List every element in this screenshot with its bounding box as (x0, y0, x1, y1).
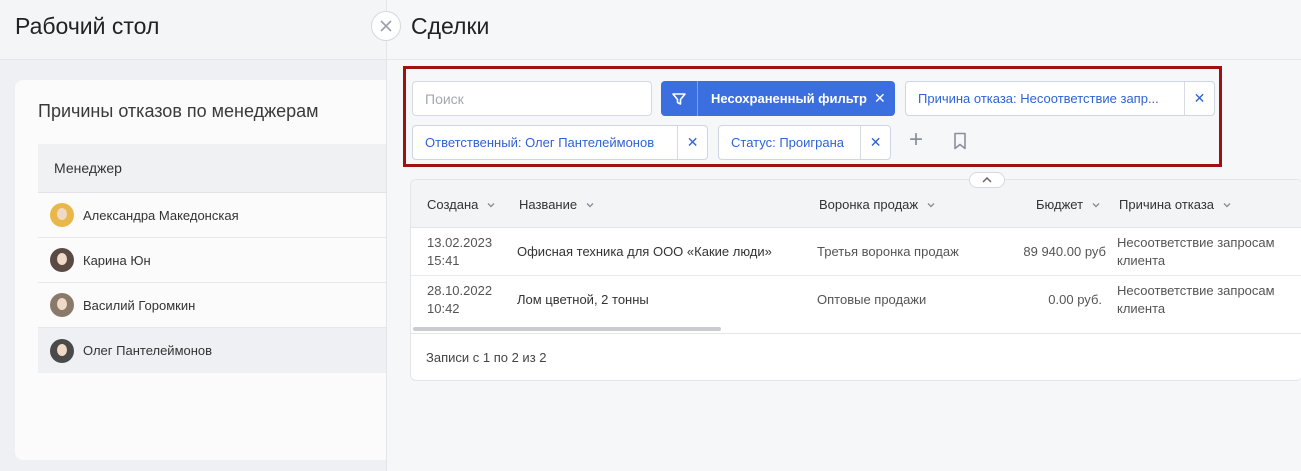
chevron-up-icon (982, 177, 992, 183)
manager-column-header: Менеджер (38, 144, 386, 193)
bookmark-icon[interactable] (953, 132, 973, 154)
filter-bar: Несохраненный фильтр ✕ Причина отказа: Н… (403, 66, 1222, 167)
search-input[interactable] (413, 82, 651, 115)
table-row[interactable]: 28.10.2022 10:42 Лом цветной, 2 тонны Оп… (411, 276, 1301, 324)
chevron-down-icon (1092, 202, 1100, 207)
cell-deal-name[interactable]: Лом цветной, 2 тонны (517, 291, 649, 309)
desktop-header: Рабочий стол (0, 0, 386, 60)
cell-created-date: 13.02.2023 (427, 235, 493, 250)
chevron-down-icon (586, 202, 594, 207)
cell-created-time: 10:42 (427, 301, 460, 316)
remove-chip-icon[interactable]: ✕ (677, 126, 707, 159)
column-budget[interactable]: Бюджет (1036, 197, 1101, 212)
manager-name: Олег Пантелеймонов (83, 343, 213, 358)
filter-chip-label: Причина отказа: Несоответствие запр... (918, 91, 1159, 106)
column-created[interactable]: Создана (427, 197, 496, 212)
widget-title: Причины отказов по менеджерам (38, 101, 319, 121)
cell-created-date: 28.10.2022 (427, 283, 493, 298)
cell-deal-name[interactable]: Офисная техника для ООО «Какие люди» (517, 243, 772, 261)
cell-funnel: Третья воронка продаж (817, 244, 959, 259)
page-title: Сделки (411, 13, 490, 39)
cell-budget: 0.00 руб. (1048, 292, 1102, 307)
manager-name: Карина Юн (83, 252, 151, 268)
chevron-down-icon (487, 202, 495, 207)
table-header: Создана Название Воронка продаж Бюджет П… (411, 180, 1301, 228)
clear-filter-icon[interactable]: ✕ (874, 90, 886, 107)
divider (411, 333, 1301, 334)
unsaved-filter-label: Несохраненный фильтр (711, 91, 867, 106)
column-label: Воронка продаж (819, 197, 919, 212)
column-name[interactable]: Название (519, 197, 595, 212)
manager-column-label: Менеджер (54, 160, 122, 176)
column-label: Название (519, 197, 578, 212)
cell-reason-line1: Несоответствие запросам (1117, 235, 1275, 250)
remove-chip-icon[interactable]: ✕ (1184, 82, 1214, 115)
avatar (50, 293, 74, 317)
column-label: Создана (427, 197, 479, 212)
filter-chip-status[interactable]: Статус: Проиграна ✕ (718, 125, 891, 160)
chevron-down-icon (927, 202, 935, 207)
column-funnel[interactable]: Воронка продаж (819, 197, 936, 212)
filter-chip-label: Ответственный: Олег Пантелеймонов (425, 135, 655, 150)
cell-created-time: 15:41 (427, 253, 460, 268)
manager-name: Александра Македонская (83, 207, 239, 223)
avatar (50, 338, 74, 363)
collapse-filters-button[interactable] (969, 172, 1005, 188)
manager-row[interactable]: Карина Юн (38, 238, 386, 283)
table-row[interactable]: 13.02.2023 15:41 Офисная техника для ООО… (411, 228, 1301, 276)
column-label: Причина отказа (1119, 197, 1215, 212)
manager-row[interactable]: Александра Македонская (38, 193, 386, 238)
column-reason[interactable]: Причина отказа (1119, 197, 1232, 212)
manager-row[interactable]: Василий Горомкин (38, 283, 386, 328)
filter-icon (661, 81, 698, 116)
cell-reason-line2: клиента (1117, 253, 1166, 268)
pagination-info: Записи с 1 по 2 из 2 (426, 350, 547, 365)
manager-name: Василий Горомкин (83, 297, 196, 313)
close-panel-button[interactable] (371, 11, 401, 41)
divider (387, 59, 1301, 60)
desktop-title: Рабочий стол (15, 13, 160, 39)
column-label: Бюджет (1036, 197, 1084, 212)
cell-reason-line1: Несоответствие запросам (1117, 283, 1275, 298)
avatar (50, 203, 74, 227)
refusal-reasons-widget: Причины отказов по менеджерам Менеджер А… (15, 80, 386, 460)
manager-row-selected[interactable]: Олег Пантелеймонов (38, 328, 386, 373)
close-icon (380, 20, 392, 32)
remove-chip-icon[interactable]: ✕ (860, 126, 890, 159)
filter-chip-responsible[interactable]: Ответственный: Олег Пантелеймонов ✕ (412, 125, 708, 160)
cell-budget: 89 940.00 руб (1023, 244, 1106, 259)
deals-table: Создана Название Воронка продаж Бюджет П… (410, 179, 1301, 381)
unsaved-filter-button[interactable]: Несохраненный фильтр ✕ (661, 81, 895, 116)
cell-funnel: Оптовые продажи (817, 292, 927, 307)
horizontal-scrollbar[interactable] (413, 327, 721, 331)
filter-chip-reason[interactable]: Причина отказа: Несоответствие запр... ✕ (905, 81, 1215, 116)
search-field[interactable] (412, 81, 652, 116)
add-filter-icon[interactable]: + (904, 128, 928, 153)
filter-chip-label: Статус: Проиграна (731, 135, 844, 150)
deals-panel: Сделки Несохраненный фильтр ✕ Причина от… (386, 0, 1301, 471)
chevron-down-icon (1223, 202, 1231, 207)
avatar (50, 248, 74, 272)
cell-reason-line2: клиента (1117, 301, 1166, 316)
